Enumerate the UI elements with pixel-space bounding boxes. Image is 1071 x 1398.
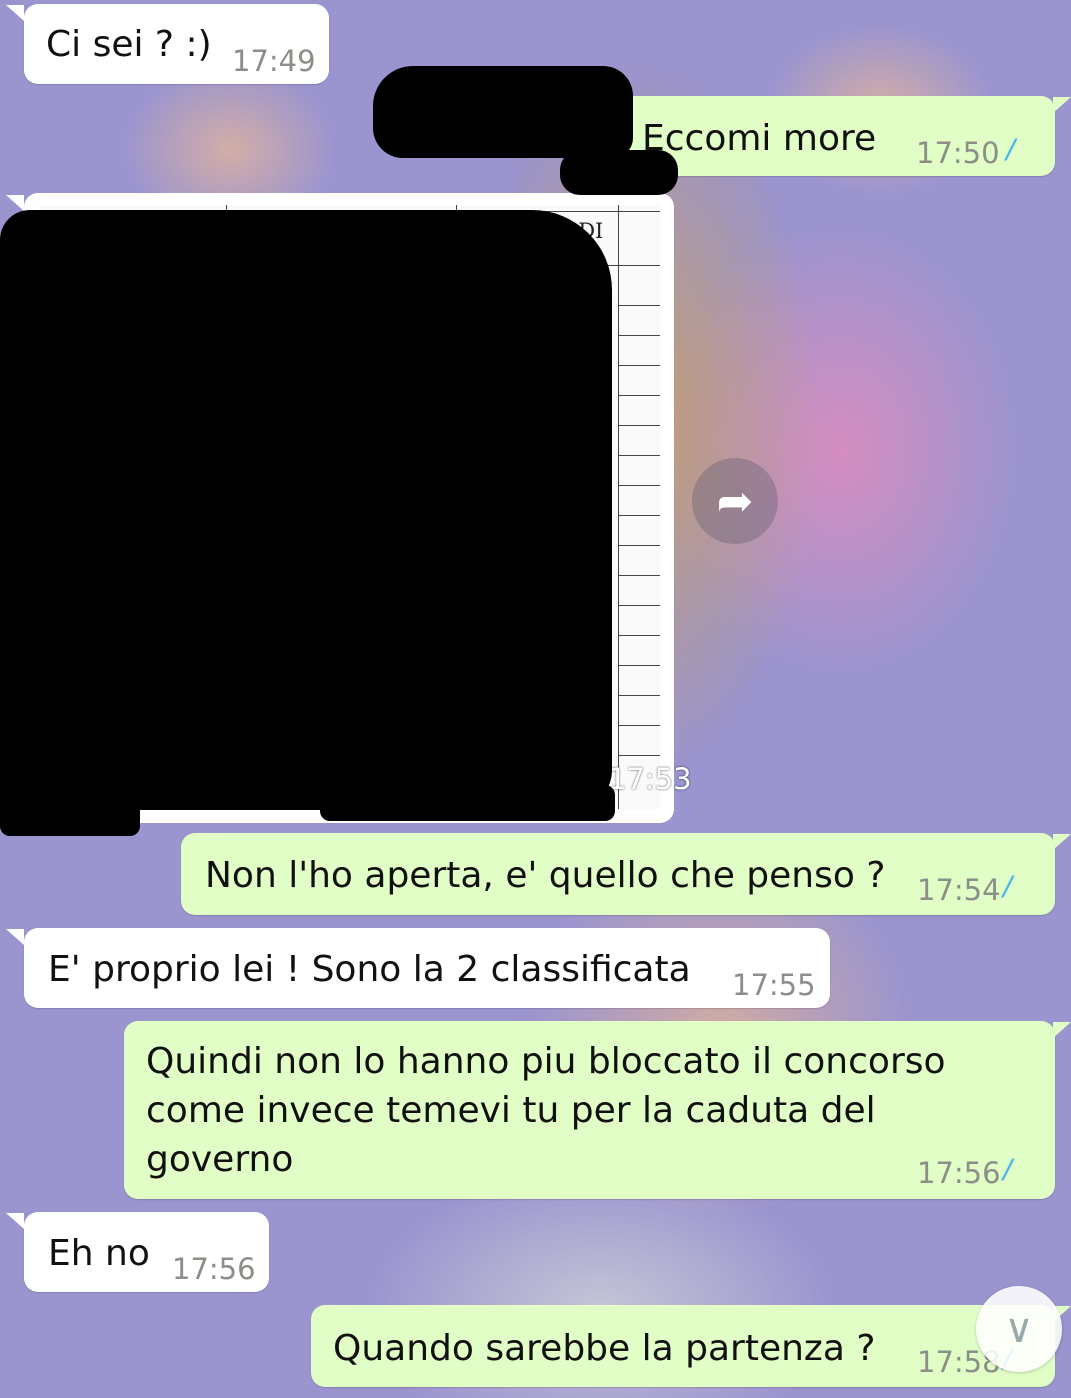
bubble-tail — [6, 1213, 24, 1229]
bubble-tail — [6, 929, 24, 945]
double-chevron-down-icon[interactable]: ∨ — [976, 1286, 1062, 1372]
message-time: 17:50 — [916, 136, 1000, 170]
message-time: 17:49 — [232, 44, 316, 78]
message-bubble-incoming[interactable]: Ci sei ? :) 17:49 — [24, 4, 329, 84]
message-bubble-incoming[interactable]: E' proprio lei ! Sono la 2 classificata … — [24, 928, 830, 1008]
message-text: Non l'ho aperta, e' quello che penso ? — [205, 855, 886, 896]
redaction-mark — [0, 780, 140, 836]
redaction-mark — [560, 150, 678, 195]
message-text: Eh no — [48, 1233, 150, 1274]
message-text: Eccomi more — [642, 118, 877, 159]
message-bubble-outgoing[interactable]: Quindi non lo hanno piu bloccato il conc… — [124, 1021, 1055, 1199]
bubble-tail — [6, 195, 24, 211]
message-text: E' proprio lei ! Sono la 2 classificata — [48, 949, 691, 990]
image-message-time: 17:53 — [608, 762, 692, 796]
redaction-mark — [320, 785, 615, 821]
message-time: 17:56 — [917, 1156, 1001, 1190]
bubble-tail — [6, 5, 24, 21]
message-text: Quando sarebbe la partenza ? — [333, 1328, 876, 1369]
message-bubble-outgoing[interactable]: Eccomi more 17:50 // — [618, 96, 1055, 176]
bubble-tail — [1053, 97, 1071, 113]
message-time: 17:54 — [917, 873, 1001, 907]
bubble-tail — [1053, 834, 1071, 850]
message-time: 17:56 — [172, 1252, 256, 1286]
forward-arrow-icon[interactable]: ➦ — [692, 458, 778, 544]
message-bubble-outgoing[interactable]: Non l'ho aperta, e' quello che penso ? 1… — [181, 833, 1055, 915]
message-text: Ci sei ? :) — [46, 24, 212, 65]
bubble-tail — [1053, 1022, 1071, 1038]
message-bubble-incoming[interactable]: Eh no 17:56 — [24, 1212, 269, 1292]
message-bubble-outgoing[interactable]: Quando sarebbe la partenza ? 17:58 // — [311, 1305, 1055, 1387]
redaction-mark — [373, 66, 633, 158]
message-text: Quindi non lo hanno piu bloccato il conc… — [146, 1041, 946, 1180]
message-time: 17:55 — [732, 968, 816, 1002]
redaction-mark — [0, 210, 612, 810]
